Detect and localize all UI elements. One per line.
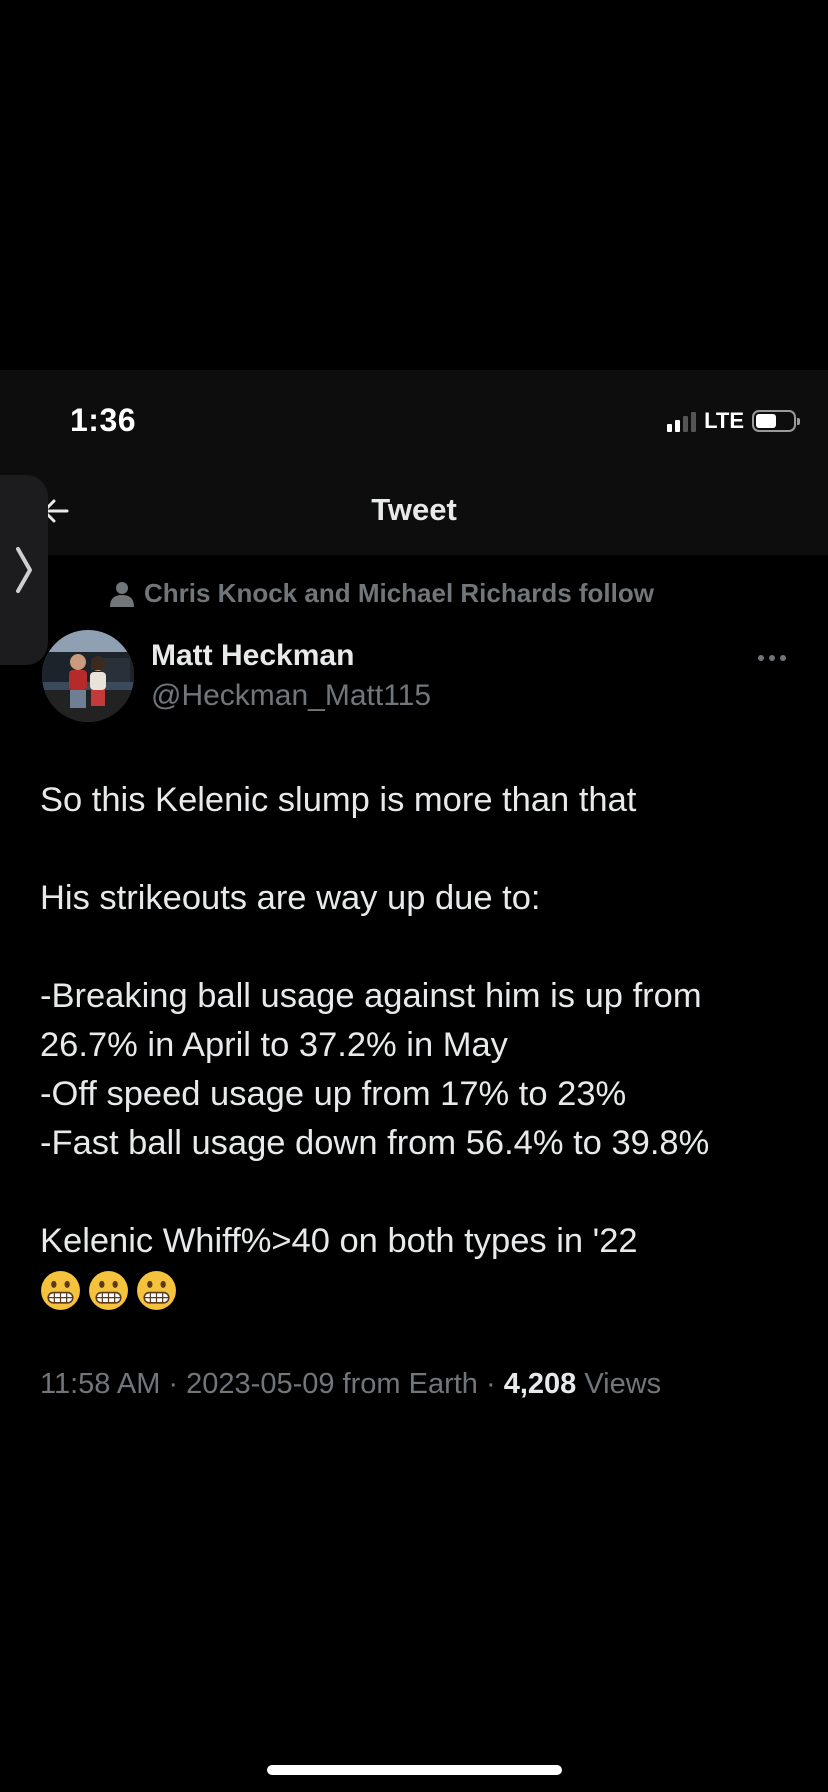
status-indicators: LTE <box>667 408 800 434</box>
chevron-right-icon <box>12 545 36 595</box>
tweet-text-blank <box>40 1168 800 1217</box>
grimacing-face-emoji <box>137 1271 176 1310</box>
author-name[interactable]: Matt Heckman <box>151 639 354 673</box>
tweet-text-line: Kelenic Whiff%>40 on both types in '22 <box>40 1222 638 1260</box>
tweet-text-line: So this Kelenic slump is more than that <box>40 781 637 819</box>
battery-level <box>756 414 776 428</box>
signal-icon <box>667 410 697 432</box>
grimacing-face-emoji <box>89 1271 128 1310</box>
network-type: LTE <box>704 408 744 433</box>
person-icon <box>110 581 134 607</box>
grimacing-face-emoji <box>41 1271 80 1310</box>
tweet-text-blank <box>40 825 800 874</box>
tweet-text-line: -Breaking ball usage against him is up f… <box>40 977 702 1015</box>
more-dots-icon[interactable] <box>756 648 788 668</box>
tweet-text: So this Kelenic slump is more than that … <box>40 776 800 1315</box>
nav-bar: Tweet <box>0 470 828 555</box>
status-time: 1:36 <box>70 402 137 438</box>
tweet-text-line: -Fast ball usage down from 56.4% to 39.8… <box>40 1124 710 1162</box>
home-indicator[interactable] <box>267 1765 562 1775</box>
tweet-timestamp: 11:58 AM · 2023-05-09 from Earth · <box>40 1368 504 1400</box>
emoji-row <box>40 1266 800 1315</box>
status-bar: 1:36 LTE <box>0 370 828 470</box>
side-panel-tab[interactable] <box>0 475 48 665</box>
social-context-text: Chris Knock and Michael Richards follow <box>144 578 654 608</box>
top-blank-area <box>0 0 828 370</box>
author-handle[interactable]: @Heckman_Matt115 <box>151 679 431 713</box>
avatar[interactable] <box>42 630 134 722</box>
tweet-text-line: His strikeouts are way up due to: <box>40 879 541 917</box>
views-count[interactable]: 4,208 <box>504 1368 577 1400</box>
battery-icon <box>752 410 800 432</box>
page-title: Tweet <box>371 492 457 527</box>
tweet-text-blank <box>40 923 800 972</box>
social-context[interactable]: Chris Knock and Michael Richards follow <box>110 578 654 609</box>
views-label: Views <box>576 1368 662 1400</box>
tweet-text-line: 26.7% in April to 37.2% in May <box>40 1026 508 1064</box>
tweet-meta: 11:58 AM · 2023-05-09 from Earth · 4,208… <box>40 1368 661 1401</box>
tweet-text-line: -Off speed usage up from 17% to 23% <box>40 1075 627 1113</box>
